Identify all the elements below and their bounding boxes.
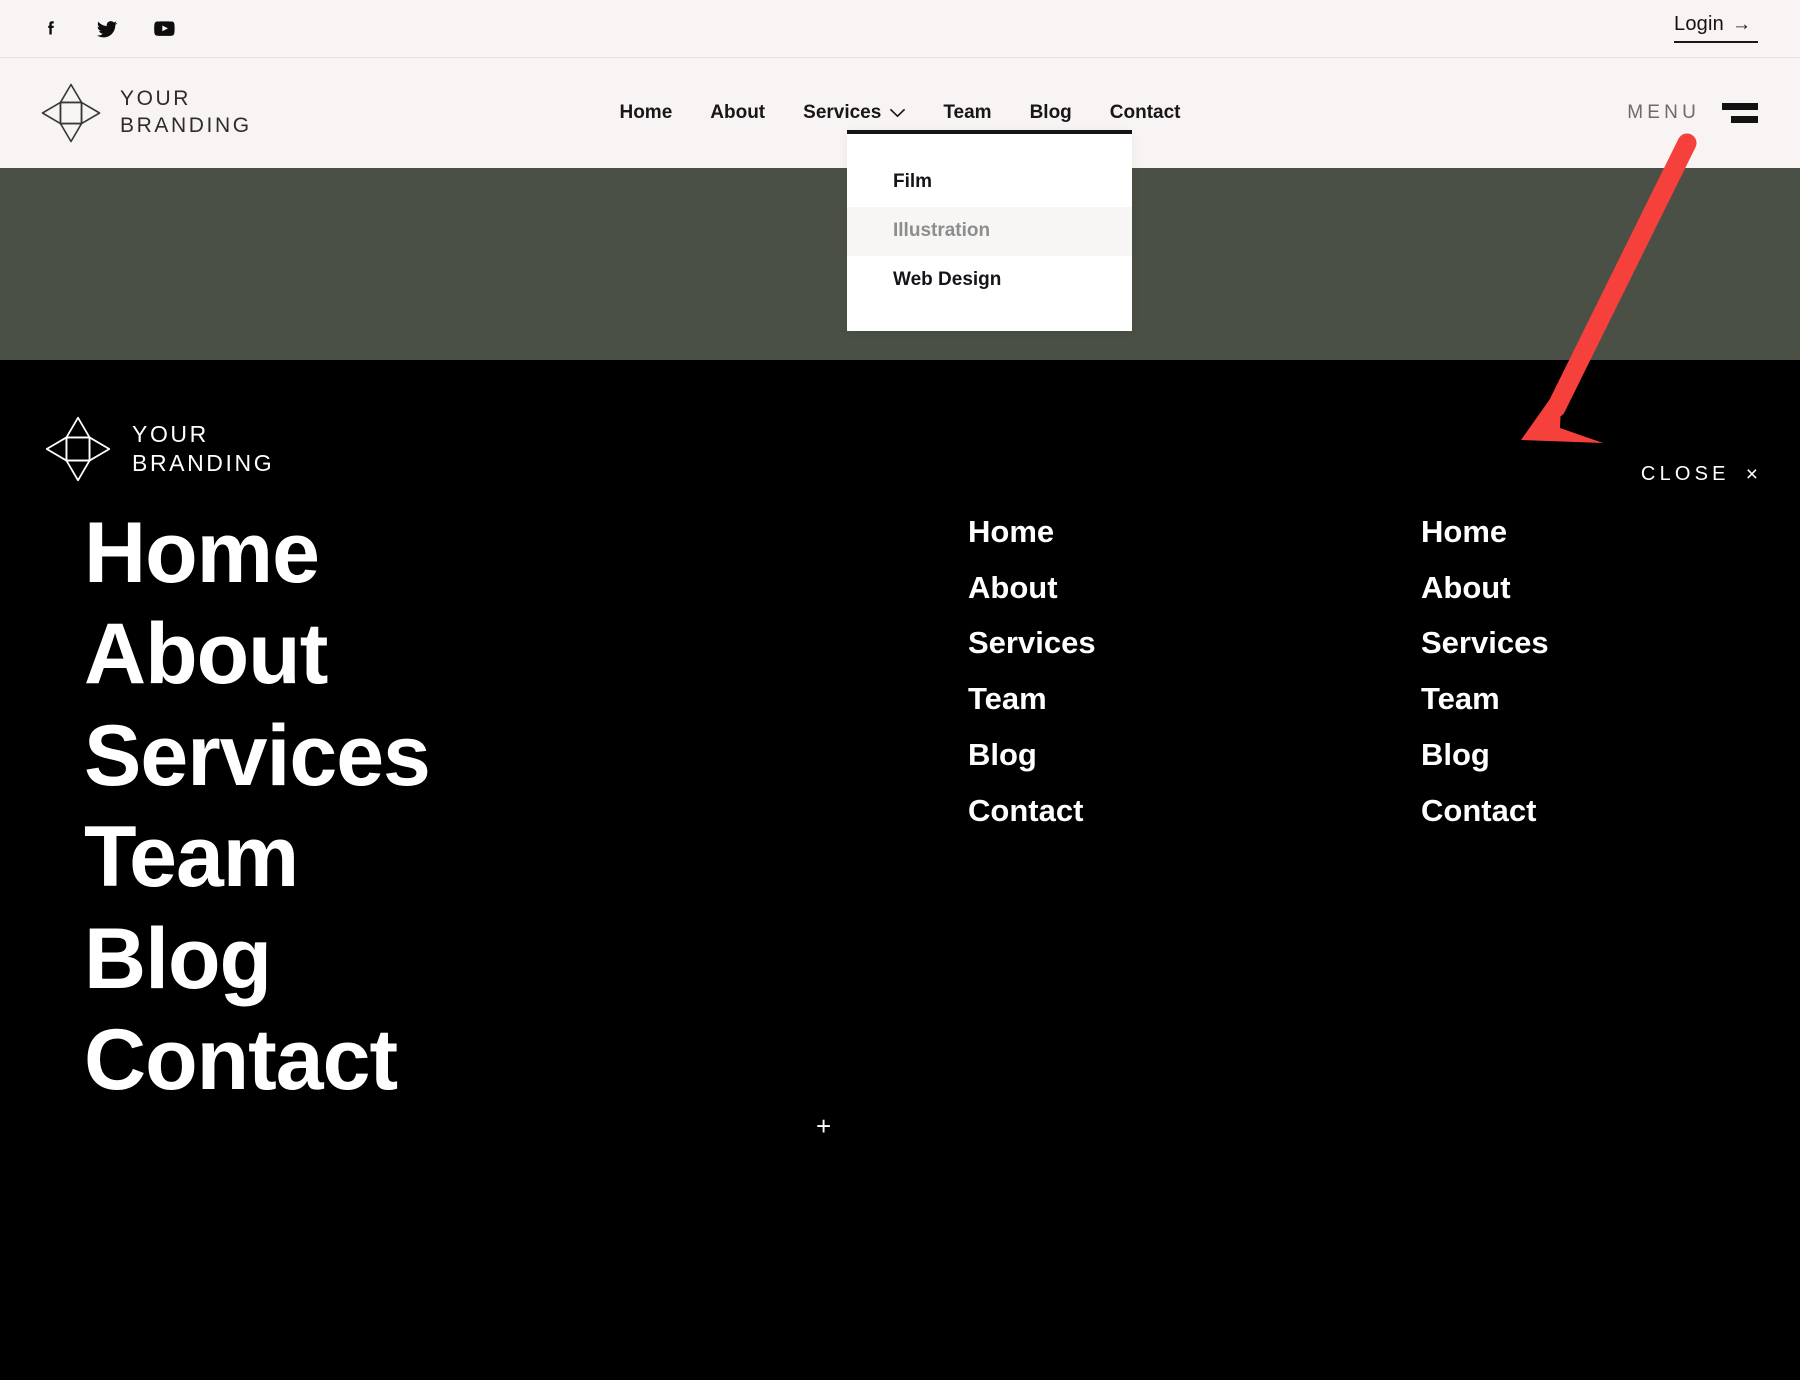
dropdown-item-label: Illustration — [893, 219, 991, 241]
page-root: Login → YOUR BRANDING Home About Service… — [0, 0, 1800, 1380]
nav-item-team[interactable]: Team — [941, 96, 993, 130]
facebook-icon[interactable] — [40, 18, 62, 40]
four-point-star-logo-icon — [41, 83, 101, 143]
overlay-secondary-item-home[interactable]: Home — [968, 514, 1096, 550]
overlay-tertiary-item-contact[interactable]: Contact — [1421, 793, 1549, 829]
brand-line-1: YOUR — [120, 87, 192, 111]
nav-item-about[interactable]: About — [708, 96, 767, 130]
nav-label: Services — [803, 102, 882, 123]
overlay-menu-item-about[interactable]: About — [84, 604, 430, 705]
overlay-secondary-item-services[interactable]: Services — [968, 626, 1096, 661]
dropdown-item-illustration[interactable]: Illustration — [847, 206, 1132, 256]
overlay-secondary-item-about[interactable]: About — [968, 570, 1096, 606]
dropdown-item-film[interactable]: Film — [847, 158, 1132, 207]
hamburger-icon — [1722, 103, 1758, 123]
brand-line-2: BRANDING — [132, 450, 275, 476]
overlay-brand-name: YOUR BRANDING — [132, 420, 274, 479]
overlay-menu-item-blog[interactable]: Blog — [84, 909, 430, 1010]
services-dropdown-menu: Film Illustration Web Design — [847, 130, 1132, 331]
close-icon: × — [1745, 463, 1758, 486]
overlay-tertiary-item-team[interactable]: Team — [1421, 681, 1549, 717]
overlay-secondary-item-blog[interactable]: Blog — [968, 737, 1096, 773]
menu-toggle-button[interactable]: MENU — [1627, 102, 1758, 124]
overlay-menu-item-team[interactable]: Team — [84, 807, 430, 908]
overlay-close-button[interactable]: CLOSE × — [1641, 463, 1758, 486]
nav-label: Home — [619, 102, 673, 123]
menu-toggle-label: MENU — [1627, 102, 1700, 123]
social-links — [40, 16, 177, 41]
overlay-menu-item-services[interactable]: Services — [84, 706, 431, 807]
login-label: Login — [1674, 13, 1724, 35]
brand-logo[interactable]: YOUR BRANDING — [40, 82, 252, 144]
chevron-down-icon — [890, 108, 906, 118]
brand-line-2: BRANDING — [120, 114, 252, 137]
nav-label: Contact — [1109, 102, 1181, 123]
login-link-wrap: Login → — [1674, 14, 1758, 43]
overlay-secondary-menu: Home About Services Team Blog Contact — [968, 514, 1096, 829]
overlay-tertiary-menu: Home About Services Team Blog Contact — [1421, 514, 1549, 829]
overlay-primary-menu: Home About Services Team Blog Contact — [84, 503, 431, 1112]
overlay-menu-item-contact[interactable]: Contact — [84, 1010, 430, 1111]
login-link[interactable]: Login → — [1674, 14, 1751, 41]
brand-line-1: YOUR — [132, 420, 209, 447]
nav-label: Team — [943, 102, 992, 123]
nav-label: About — [710, 102, 766, 123]
top-utility-bar: Login → — [0, 0, 1800, 58]
arrow-right-icon: → — [1731, 13, 1752, 35]
four-point-star-logo-icon — [45, 416, 111, 482]
overlay-tertiary-item-blog[interactable]: Blog — [1421, 737, 1549, 773]
dropdown-item-label: Film — [893, 171, 933, 192]
nav-item-contact[interactable]: Contact — [1108, 96, 1183, 130]
login-underline — [1674, 41, 1758, 43]
dropdown-item-web-design[interactable]: Web Design — [847, 256, 1132, 305]
brand-name: YOUR BRANDING — [120, 86, 252, 140]
fullscreen-menu-overlay: YOUR BRANDING CLOSE × Home About Service… — [0, 360, 1800, 1380]
close-label: CLOSE — [1640, 463, 1730, 485]
overlay-secondary-item-team[interactable]: Team — [968, 681, 1096, 717]
twitter-icon[interactable] — [95, 17, 119, 41]
youtube-icon[interactable] — [152, 16, 177, 41]
overlay-brand-logo[interactable]: YOUR BRANDING — [44, 415, 274, 483]
overlay-menu-item-home[interactable]: Home — [84, 503, 430, 604]
overlay-tertiary-item-about[interactable]: About — [1421, 570, 1549, 606]
plus-icon[interactable]: + — [816, 1113, 831, 1139]
nav-item-home[interactable]: Home — [617, 96, 674, 130]
nav-label: Blog — [1029, 102, 1072, 123]
overlay-tertiary-item-home[interactable]: Home — [1421, 514, 1549, 550]
overlay-tertiary-item-services[interactable]: Services — [1421, 626, 1549, 661]
dropdown-item-label: Web Design — [893, 268, 1002, 290]
nav-item-services[interactable]: Services — [801, 96, 907, 130]
overlay-secondary-item-contact[interactable]: Contact — [968, 793, 1096, 829]
nav-item-blog[interactable]: Blog — [1028, 96, 1074, 130]
